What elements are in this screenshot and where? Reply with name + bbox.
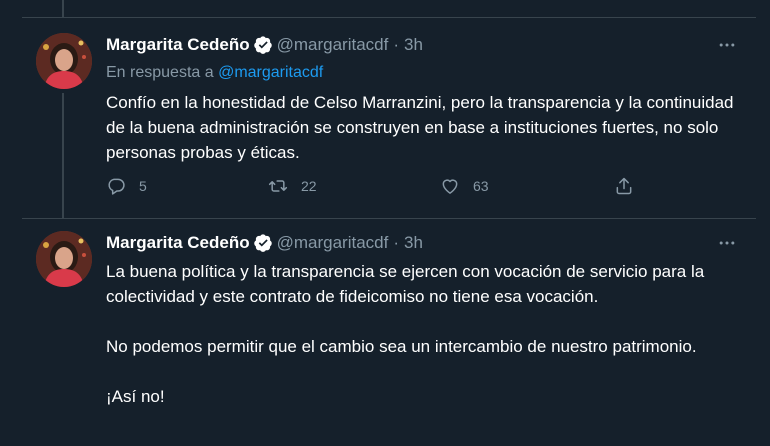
more-icon (719, 43, 735, 47)
separator-dot: · (393, 233, 400, 252)
verified-badge-icon (253, 36, 272, 54)
author-name[interactable]: Margarita Cedeño (106, 35, 250, 55)
thread-connector-top (62, 0, 64, 18)
tweet[interactable]: Margarita Cedeño @margaritacdf · 3h En r… (22, 18, 756, 218)
verified-badge-icon (253, 234, 272, 252)
retweet-count: 22 (301, 178, 317, 194)
avatar[interactable] (36, 231, 92, 287)
timestamp[interactable]: 3h (404, 35, 423, 55)
tweet-text: Confío en la honestidad de Celso Marranz… (106, 90, 746, 165)
like-count: 63 (473, 178, 489, 194)
previous-tweet-edge (0, 0, 770, 18)
more-button[interactable] (716, 34, 738, 56)
retweet-icon (268, 180, 288, 192)
reply-context: En respuesta a @margaritacdf (106, 64, 323, 82)
like-button[interactable]: 63 (440, 176, 489, 196)
tweet-header: Margarita Cedeño @margaritacdf · 3h (106, 232, 423, 254)
reply-button[interactable]: 5 (106, 176, 147, 196)
like-icon (442, 179, 458, 194)
avatar[interactable] (36, 33, 92, 89)
retweet-button[interactable]: 22 (268, 176, 317, 196)
timestamp[interactable]: 3h (404, 233, 423, 253)
tweet-paragraph: La buena política y la transparencia se … (106, 262, 705, 306)
tweet-paragraph: ¡Así no! (106, 387, 165, 406)
avatar-image (36, 231, 92, 287)
avatar-image (36, 33, 92, 89)
share-icon (616, 177, 632, 195)
more-button[interactable] (716, 232, 738, 254)
more-icon (719, 241, 735, 245)
tweet-paragraph: No podemos permitir que el cambio sea un… (106, 337, 697, 356)
author-name[interactable]: Margarita Cedeño (106, 233, 250, 253)
reply-count: 5 (139, 178, 147, 194)
separator-dot: · (393, 35, 400, 54)
tweet-header: Margarita Cedeño @margaritacdf · 3h (106, 34, 423, 56)
reply-to-handle-link[interactable]: @margaritacdf (218, 64, 323, 81)
tweet-paragraph: Confío en la honestidad de Celso Marranz… (106, 93, 734, 162)
author-handle[interactable]: @margaritacdf (277, 233, 389, 253)
tweet-text: La buena política y la transparencia se … (106, 259, 746, 409)
thread-connector (62, 93, 64, 218)
reply-icon (108, 178, 125, 195)
tweet-actions: 5 22 63 (106, 176, 646, 204)
share-button[interactable] (614, 176, 634, 196)
reply-prefix: En respuesta a (106, 64, 214, 81)
author-handle[interactable]: @margaritacdf (277, 35, 389, 55)
tweet[interactable]: Margarita Cedeño @margaritacdf · 3h La b… (22, 218, 756, 446)
